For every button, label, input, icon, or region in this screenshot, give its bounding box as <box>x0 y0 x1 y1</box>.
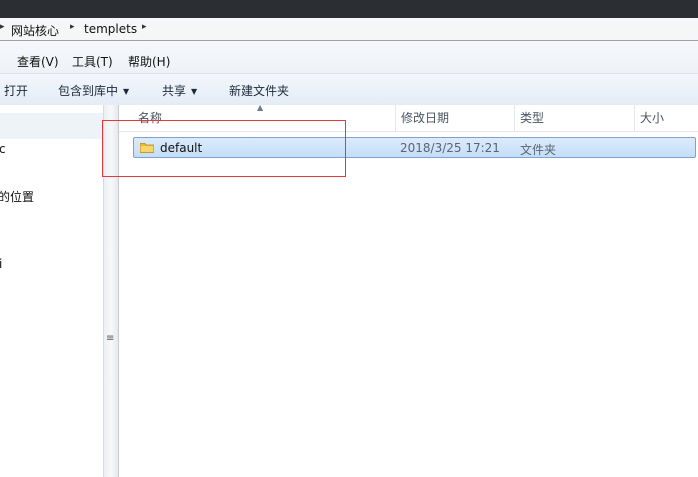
pane-splitter[interactable] <box>104 105 119 477</box>
file-list[interactable] <box>119 105 698 477</box>
menu-help[interactable]: 帮助(H) <box>128 53 170 70</box>
column-header: 名称 修改日期 类型 大小 <box>119 105 698 132</box>
splitter-grip-icon[interactable]: ≡ <box>106 333 114 344</box>
share-button[interactable]: 共享 ▼ <box>162 82 197 99</box>
nav-selected-item[interactable] <box>0 113 103 139</box>
nav-item-label[interactable]: c <box>0 142 6 156</box>
share-label: 共享 <box>162 84 187 98</box>
breadcrumb-item-wangzhanhexin[interactable]: 网站核心 <box>11 22 59 39</box>
column-size[interactable]: 大小 <box>634 105 698 131</box>
menu-view[interactable]: 查看(V) <box>17 53 59 70</box>
open-button[interactable]: 打开 <box>4 82 28 99</box>
file-type: 文件夹 <box>520 143 557 157</box>
file-name[interactable]: default <box>160 141 202 155</box>
menu-tools[interactable]: 工具(T) <box>72 53 113 70</box>
file-modified: 2018/3/25 17:21 <box>400 141 500 155</box>
dropdown-arrow-icon: ▼ <box>123 87 130 96</box>
include-in-library-button[interactable]: 包含到库中 ▼ <box>58 82 129 99</box>
breadcrumb-chevron-icon[interactable]: ▸ <box>0 22 5 32</box>
column-name[interactable]: 名称 <box>133 105 395 131</box>
breadcrumb-chevron-icon[interactable]: ▸ <box>70 22 75 32</box>
new-folder-button[interactable]: 新建文件夹 <box>229 82 289 99</box>
breadcrumb-item-templets[interactable]: templets <box>84 22 137 36</box>
command-toolbar: 打开 包含到库中 ▼ 共享 ▼ 新建文件夹 <box>0 73 698 106</box>
navigation-pane[interactable]: c 的位置 i <box>0 105 104 477</box>
folder-icon <box>140 143 154 153</box>
nav-item-recent-places[interactable]: 的位置 <box>0 188 34 205</box>
sort-ascending-icon: ▲ <box>257 103 264 112</box>
dropdown-arrow-icon: ▼ <box>191 87 198 96</box>
menu-bar: 查看(V) 工具(T) 帮助(H) <box>0 41 698 73</box>
breadcrumb-chevron-icon[interactable]: ▸ <box>142 22 147 32</box>
column-modified[interactable]: 修改日期 <box>395 105 514 131</box>
nav-item-label[interactable]: i <box>0 257 2 271</box>
include-in-library-label: 包含到库中 <box>58 84 119 98</box>
address-bar[interactable]: ▸ 网站核心 ▸ templets ▸ <box>0 18 698 41</box>
column-type[interactable]: 类型 <box>514 105 634 131</box>
